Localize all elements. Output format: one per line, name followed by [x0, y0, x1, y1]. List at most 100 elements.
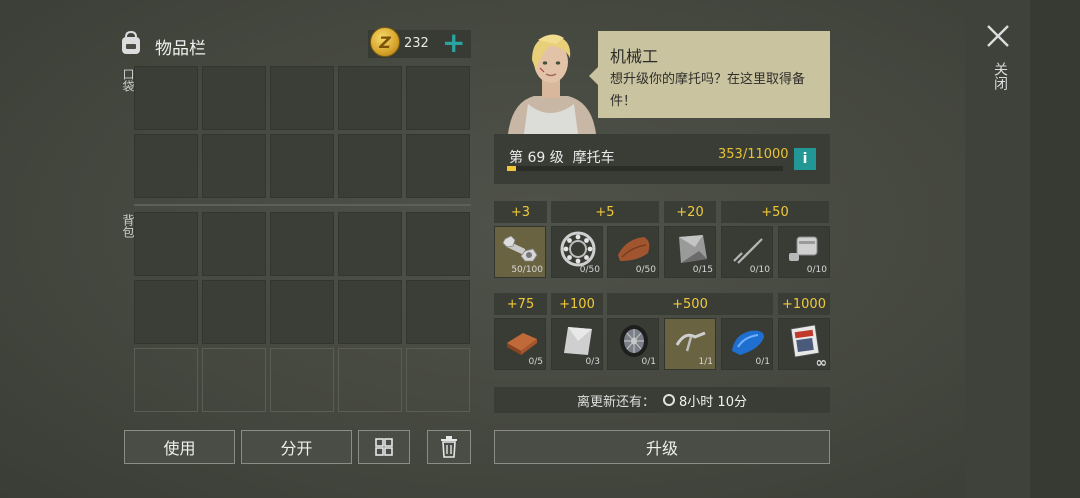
- locked-slot[interactable]: [202, 348, 266, 412]
- close-icon[interactable]: [985, 23, 1011, 49]
- side-panel-edge: [1030, 0, 1080, 498]
- metal-plate-icon: [679, 235, 707, 263]
- part-qty: 0/15: [692, 265, 713, 275]
- coin-counter: Z 232 +: [368, 27, 471, 58]
- part-slot[interactable]: 0/5: [494, 318, 546, 370]
- level-number: 第 69 级: [509, 150, 564, 166]
- tier-label: +75: [494, 293, 547, 315]
- inventory-slot[interactable]: [202, 212, 266, 276]
- part-slot[interactable]: 1/1: [664, 318, 716, 370]
- inventory-slot[interactable]: [406, 66, 470, 130]
- part-qty: 0/1: [755, 357, 770, 367]
- pocket-grid: [134, 66, 470, 198]
- tier-label: +20: [664, 201, 716, 223]
- inventory-slot[interactable]: [338, 280, 402, 344]
- level-panel: 第 69 级 摩托车 353/11000 i: [494, 134, 830, 184]
- inventory-slot[interactable]: [134, 66, 198, 130]
- part-slot[interactable]: 0/50: [551, 226, 603, 278]
- inventory-slot[interactable]: [338, 212, 402, 276]
- inventory-slot[interactable]: [406, 134, 470, 198]
- tier-label: +3: [494, 201, 547, 223]
- part-slot[interactable]: 0/10: [778, 226, 830, 278]
- inventory-slot[interactable]: [270, 134, 334, 198]
- coin-count: 232: [404, 36, 429, 51]
- level-progress-bar: [507, 166, 783, 171]
- locked-slot[interactable]: [406, 348, 470, 412]
- vehicle-name: 摩托车: [572, 150, 615, 166]
- refresh-timer: 离更新还有： 8小时 10分: [494, 387, 830, 413]
- part-slot[interactable]: 50/100: [494, 226, 546, 278]
- inventory-header: 物品栏 Z 232 +: [118, 27, 473, 62]
- tier-label: +1000: [778, 293, 830, 315]
- clock-icon: [663, 394, 676, 406]
- timer-label: 离更新还有：: [577, 394, 656, 410]
- inventory-slot[interactable]: [406, 280, 470, 344]
- inventory-slot[interactable]: [134, 134, 198, 198]
- trash-icon: [441, 436, 457, 458]
- upgrade-button[interactable]: 升级: [494, 430, 830, 464]
- part-qty: 0/50: [579, 265, 600, 275]
- info-button[interactable]: i: [794, 148, 816, 170]
- inventory-slot[interactable]: [202, 66, 266, 130]
- part-qty: 0/50: [635, 265, 656, 275]
- use-button[interactable]: 使用: [124, 430, 235, 464]
- wheel-icon: [620, 325, 648, 357]
- tier-label: +50: [721, 201, 829, 223]
- sort-grid-icon: [375, 438, 393, 456]
- part-qty: 0/5: [528, 357, 543, 367]
- inventory-slot[interactable]: [338, 66, 402, 130]
- part-slot[interactable]: 0/1: [721, 318, 773, 370]
- part-qty: 0/1: [641, 357, 656, 367]
- locked-slot[interactable]: [338, 348, 402, 412]
- part-qty: 1/1: [698, 357, 713, 367]
- part-slot[interactable]: 0/50: [607, 226, 659, 278]
- inventory-slot[interactable]: [270, 280, 334, 344]
- tier-label: +5: [551, 201, 659, 223]
- level-progress-fill: [507, 166, 516, 171]
- inventory-slot[interactable]: [338, 134, 402, 198]
- timer-value: 8小时 10分: [679, 394, 747, 410]
- inventory-title: 物品栏: [155, 39, 206, 59]
- backpack-icon: [122, 30, 140, 54]
- copper-ingot-icon: [507, 333, 537, 355]
- handlebar-icon: [675, 331, 706, 352]
- tier-label: +100: [551, 293, 603, 315]
- part-qty: 0/10: [806, 265, 827, 275]
- bearing-icon: [560, 231, 596, 267]
- sort-button[interactable]: [358, 430, 410, 464]
- delete-button[interactable]: [427, 430, 471, 464]
- tier-label: +500: [607, 293, 773, 315]
- inventory-slot[interactable]: [134, 212, 198, 276]
- locked-slot[interactable]: [134, 348, 198, 412]
- inventory-slot[interactable]: [270, 212, 334, 276]
- inventory-slot[interactable]: [134, 280, 198, 344]
- mechanic-speech-bubble: 机械工 想升级你的摩托吗？在这里取得备件！: [589, 31, 830, 118]
- part-slot[interactable]: 0/3: [551, 318, 603, 370]
- part-slot[interactable]: 0/10: [721, 226, 773, 278]
- section-divider: [134, 204, 471, 206]
- inventory-slot[interactable]: [406, 212, 470, 276]
- leather-icon: [618, 237, 650, 261]
- coin-icon: Z: [370, 27, 400, 57]
- locked-slot[interactable]: [270, 348, 334, 412]
- close-label[interactable]: 关闭: [990, 62, 1010, 90]
- backpack-grid: [134, 212, 470, 412]
- inventory-slot[interactable]: [202, 134, 266, 198]
- split-button[interactable]: 分开: [241, 430, 352, 464]
- spring-icon: [733, 238, 763, 264]
- bolt-nut-icon: [502, 235, 538, 262]
- part-slot[interactable]: 0/15: [664, 226, 716, 278]
- level-label: 第 69 级 摩托车: [509, 147, 615, 167]
- piston-icon: [789, 236, 818, 261]
- part-slot[interactable]: ∞: [778, 318, 830, 371]
- part-qty: 50/100: [511, 265, 543, 275]
- fuel-tank-icon: [732, 330, 764, 355]
- add-coins-button[interactable]: +: [442, 28, 465, 58]
- part-qty: 0/10: [749, 265, 770, 275]
- part-slot[interactable]: 0/1: [607, 318, 659, 370]
- inventory-slot[interactable]: [270, 66, 334, 130]
- magazine-icon: [790, 324, 820, 358]
- level-progress-text: 353/11000: [718, 147, 789, 162]
- part-qty: ∞: [815, 355, 827, 371]
- inventory-slot[interactable]: [202, 280, 266, 344]
